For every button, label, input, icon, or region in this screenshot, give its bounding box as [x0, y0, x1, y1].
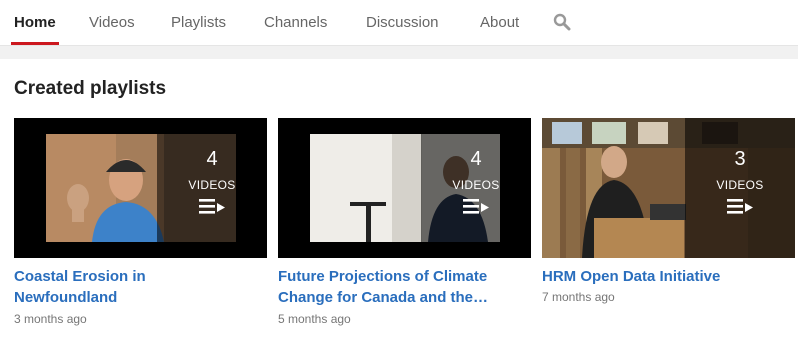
tab-about[interactable]: About: [480, 0, 519, 45]
playlist-list-icon: [727, 199, 753, 214]
playlist-overlay: 4 VIDEOS: [157, 118, 267, 258]
active-tab-underline: [11, 42, 59, 45]
playlist-list-icon: [199, 199, 225, 214]
section-title: Created playlists: [14, 78, 167, 99]
playlist-card: 4 VIDEOS Future Projections of Climate C…: [278, 118, 531, 326]
tab-videos[interactable]: Videos: [89, 0, 135, 45]
playlist-card: 4 VIDEOS Coastal Erosion in Newfoundland…: [14, 118, 267, 326]
tab-playlists[interactable]: Playlists: [171, 0, 226, 45]
video-count: 4: [470, 148, 482, 170]
tab-home[interactable]: Home: [11, 0, 59, 45]
playlist-overlay: 3 VIDEOS: [685, 118, 795, 258]
tab-playlists-label: Playlists: [171, 14, 227, 31]
playlist-thumbnail[interactable]: 4 VIDEOS: [14, 118, 267, 258]
playlist-age: 3 months ago: [14, 312, 87, 326]
playlist-title-line2: Change for Canada and the…: [278, 289, 489, 306]
playlist-title-link[interactable]: HRM Open Data Initiative: [542, 266, 795, 287]
channel-tab-bar: Home Videos Playlists Channels Discussio…: [0, 0, 798, 46]
playlist-age: 7 months ago: [542, 290, 615, 304]
tab-channels[interactable]: Channels: [264, 0, 327, 45]
playlist-title-line1: Coastal Erosion in: [14, 268, 146, 285]
playlist-thumbnail[interactable]: 4 VIDEOS: [278, 118, 531, 258]
tab-videos-label: Videos: [89, 14, 135, 31]
playlist-thumbnail[interactable]: 3 VIDEOS: [542, 118, 795, 258]
video-count-label: VIDEOS: [716, 178, 764, 192]
tab-discussion[interactable]: Discussion: [366, 0, 439, 45]
video-count-label: VIDEOS: [188, 178, 236, 192]
playlist-overlay: 4 VIDEOS: [421, 118, 531, 258]
search-icon[interactable]: [553, 13, 571, 31]
playlist-age: 5 months ago: [278, 312, 351, 326]
playlist-title-line1: HRM Open Data Initiative: [542, 268, 721, 285]
tab-bar-shadow-strip: [0, 46, 798, 59]
playlist-list-icon: [463, 199, 489, 214]
playlist-title-line1: Future Projections of Climate: [278, 268, 488, 285]
playlist-title-link[interactable]: Coastal Erosion in Newfoundland: [14, 266, 267, 308]
video-count: 3: [734, 148, 746, 170]
video-count: 4: [206, 148, 218, 170]
playlist-card: 3 VIDEOS HRM Open Data Initiative 7 mont…: [542, 118, 795, 304]
playlist-title-link[interactable]: Future Projections of Climate Change for…: [278, 266, 531, 308]
tab-about-label: About: [480, 14, 520, 31]
tab-home-label: Home: [14, 14, 56, 31]
tab-channels-label: Channels: [264, 14, 328, 31]
tab-discussion-label: Discussion: [366, 14, 439, 31]
video-count-label: VIDEOS: [452, 178, 500, 192]
playlist-title-line2: Newfoundland: [14, 289, 118, 306]
